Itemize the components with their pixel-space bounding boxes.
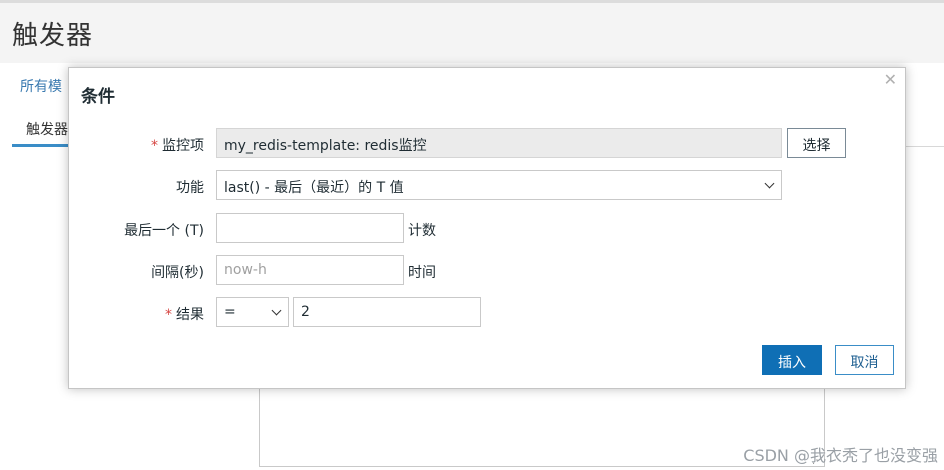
background-textarea[interactable]: ⋰ xyxy=(259,387,825,467)
time-shift-row: 间隔(秒) now-h 时间 xyxy=(69,255,907,285)
function-label: 功能 xyxy=(176,180,204,196)
dialog-title: 条件 xyxy=(81,87,115,107)
watermark: CSDN @我衣秃了也没变强 xyxy=(743,446,938,465)
last-of-suffix: 计数 xyxy=(408,223,436,239)
chevron-down-icon xyxy=(764,178,775,189)
last-of-label: 最后一个 (T) xyxy=(124,223,204,239)
required-marker: * xyxy=(151,138,158,154)
result-label: * 结果 xyxy=(165,307,204,323)
item-field[interactable]: my_redis-template: redis监控 xyxy=(216,128,782,158)
last-of-input[interactable] xyxy=(216,213,404,243)
condition-dialog: 条件 ✕ * 监控项 my_redis-template: redis监控 选择 … xyxy=(68,67,906,389)
operator-select-value: = xyxy=(224,304,236,320)
function-select-value: last() - 最后（最近）的 T 值 xyxy=(224,180,404,196)
select-item-button[interactable]: 选择 xyxy=(787,128,846,158)
time-shift-label: 间隔(秒) xyxy=(151,265,204,281)
time-shift-suffix: 时间 xyxy=(408,265,436,281)
time-shift-input[interactable]: now-h xyxy=(216,255,404,285)
item-row: * 监控项 my_redis-template: redis监控 选择 xyxy=(69,128,907,158)
function-row: 功能 last() - 最后（最近）的 T 值 xyxy=(69,170,907,200)
function-select[interactable]: last() - 最后（最近）的 T 值 xyxy=(216,170,782,200)
result-value-input[interactable]: 2 xyxy=(293,297,481,327)
last-of-row: 最后一个 (T) 计数 xyxy=(69,213,907,243)
insert-button[interactable]: 插入 xyxy=(762,345,822,375)
page-title: 触发器 xyxy=(12,21,94,51)
page-header: 触发器 xyxy=(0,3,944,63)
item-label: * 监控项 xyxy=(151,138,204,154)
result-row: * 结果 = 2 xyxy=(69,297,907,327)
cancel-button[interactable]: 取消 xyxy=(835,345,894,375)
close-icon[interactable]: ✕ xyxy=(884,70,897,89)
all-templates-link[interactable]: 所有模 xyxy=(20,76,62,96)
operator-select[interactable]: = xyxy=(216,297,289,327)
chevron-down-icon xyxy=(271,305,282,316)
required-marker: * xyxy=(165,307,172,323)
